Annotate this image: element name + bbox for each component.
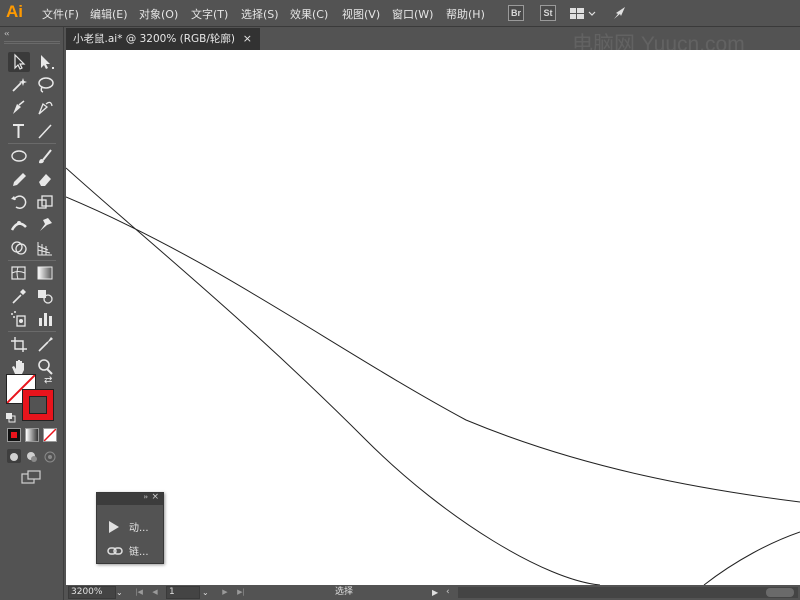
toolbar-grip[interactable] (4, 41, 60, 44)
pen-tool-icon[interactable] (8, 98, 30, 118)
stroke-swatch[interactable] (22, 389, 54, 421)
horizontal-scrollbar[interactable] (458, 587, 798, 598)
tools-panel: ‹‹ ⇄ (0, 27, 64, 600)
puppet-warp-tool-icon[interactable] (34, 215, 56, 235)
artboard-canvas[interactable] (66, 50, 800, 585)
previous-artboard-button[interactable]: ◀ (150, 586, 160, 599)
links-panel-label: 链... (129, 547, 149, 558)
scrollbar-thumb[interactable] (766, 588, 794, 597)
shape-builder-tool-icon[interactable] (8, 238, 30, 258)
slice-tool-icon[interactable] (34, 334, 56, 354)
column-graph-tool-icon[interactable] (34, 309, 56, 329)
type-tool-icon[interactable] (8, 121, 30, 141)
draw-behind-icon[interactable] (25, 449, 39, 463)
zoom-tool-icon[interactable] (34, 357, 56, 377)
artboard-number-field[interactable]: 1 (166, 586, 200, 599)
perspective-grid-tool-icon[interactable] (34, 238, 56, 258)
document-tab[interactable]: 小老鼠.ai* @ 3200% (RGB/轮廓) × (66, 28, 260, 50)
menu-bar: Ai 文件(F) 编辑(E) 对象(O) 文字(T) 选择(S) 效果(C) 视… (0, 0, 800, 27)
line-segment-tool-icon[interactable] (34, 121, 56, 141)
menu-help[interactable]: 帮助(H) (446, 6, 485, 22)
eraser-tool-icon[interactable] (34, 169, 56, 189)
ellipse-tool-icon[interactable] (8, 146, 30, 166)
rotate-tool-icon[interactable] (8, 192, 30, 212)
stock-button[interactable]: St (540, 5, 556, 21)
swap-fill-stroke-icon[interactable]: ⇄ (44, 375, 52, 386)
expand-panel-button[interactable]: ›› (143, 493, 148, 501)
menu-edit[interactable]: 编辑(E) (90, 6, 128, 22)
toolbar-divider (8, 260, 56, 261)
bridge-button[interactable]: Br (508, 5, 524, 21)
status-bar: 3200% ⌄ |◀ ◀ 1 ⌄ ▶ ▶| 选择 ▶ ‹ (66, 585, 800, 600)
draw-normal-icon[interactable] (7, 449, 21, 463)
actions-panel-item[interactable]: 动... (107, 518, 161, 534)
zoom-dropdown-icon[interactable]: ⌄ (116, 586, 126, 599)
rocket-icon[interactable] (612, 5, 628, 21)
menu-effect[interactable]: 效果(C) (290, 6, 328, 22)
outline-path (66, 196, 800, 503)
floating-panel: ›› × 动... 链... (96, 492, 164, 564)
app-logo: Ai (6, 2, 23, 21)
pencil-tool-icon[interactable] (8, 169, 30, 189)
paintbrush-tool-icon[interactable] (34, 146, 56, 166)
play-icon (107, 519, 121, 533)
width-tool-icon[interactable] (8, 215, 30, 235)
toolbar-divider (8, 331, 56, 332)
menu-view[interactable]: 视图(V) (342, 6, 380, 22)
selection-tool-icon[interactable] (8, 52, 30, 72)
menu-file[interactable]: 文件(F) (42, 6, 79, 22)
link-icon (107, 543, 123, 557)
zoom-level-field[interactable]: 3200% (68, 586, 116, 599)
artboard-dropdown-icon[interactable]: ⌄ (202, 586, 212, 599)
outline-path (703, 531, 800, 585)
symbol-sprayer-tool-icon[interactable] (8, 309, 30, 329)
lasso-tool-icon[interactable] (34, 75, 56, 95)
eyedropper-tool-icon[interactable] (8, 286, 30, 306)
direct-selection-tool-icon[interactable] (34, 52, 56, 72)
artboard-tool-icon[interactable] (8, 334, 30, 354)
draw-inside-icon[interactable] (43, 449, 57, 463)
panel-header[interactable]: ›› × (97, 492, 163, 505)
color-mode-button[interactable] (7, 428, 21, 442)
default-colors-icon[interactable] (6, 408, 16, 423)
document-tab-title: 小老鼠.ai* @ 3200% (RGB/轮廓) (73, 33, 236, 45)
gradient-tool-icon[interactable] (34, 263, 56, 283)
links-panel-item[interactable]: 链... (107, 542, 161, 558)
menu-window[interactable]: 窗口(W) (392, 6, 433, 22)
last-artboard-button[interactable]: ▶| (236, 586, 246, 599)
magic-wand-tool-icon[interactable] (8, 75, 30, 95)
none-mode-button[interactable] (43, 428, 57, 442)
current-tool-status: 选择 (334, 587, 353, 597)
menu-select[interactable]: 选择(S) (241, 6, 279, 22)
close-document-button[interactable]: × (243, 28, 252, 50)
actions-panel-label: 动... (129, 523, 149, 534)
menu-type[interactable]: 文字(T) (191, 6, 228, 22)
illustrator-window: Ai 文件(F) 编辑(E) 对象(O) 文字(T) 选择(S) 效果(C) 视… (0, 0, 800, 600)
blend-tool-icon[interactable] (34, 286, 56, 306)
status-menu-arrow[interactable]: ▶ (432, 585, 438, 600)
workspace-switcher-icon[interactable] (570, 6, 600, 20)
next-artboard-button[interactable]: ▶ (220, 586, 230, 599)
screen-mode-icon[interactable] (20, 469, 42, 485)
scroll-left-arrow[interactable]: ‹ (446, 585, 450, 600)
close-panel-button[interactable]: × (151, 492, 159, 502)
outline-artwork (66, 167, 800, 585)
menu-object[interactable]: 对象(O) (139, 6, 178, 22)
scale-tool-icon[interactable] (34, 192, 56, 212)
first-artboard-button[interactable]: |◀ (134, 586, 144, 599)
collapse-toolbar-button[interactable]: ‹‹ (4, 29, 10, 38)
curvature-tool-icon[interactable] (34, 98, 56, 118)
toolbar-divider (8, 143, 56, 144)
mesh-tool-icon[interactable] (8, 263, 30, 283)
gradient-mode-button[interactable] (25, 428, 39, 442)
